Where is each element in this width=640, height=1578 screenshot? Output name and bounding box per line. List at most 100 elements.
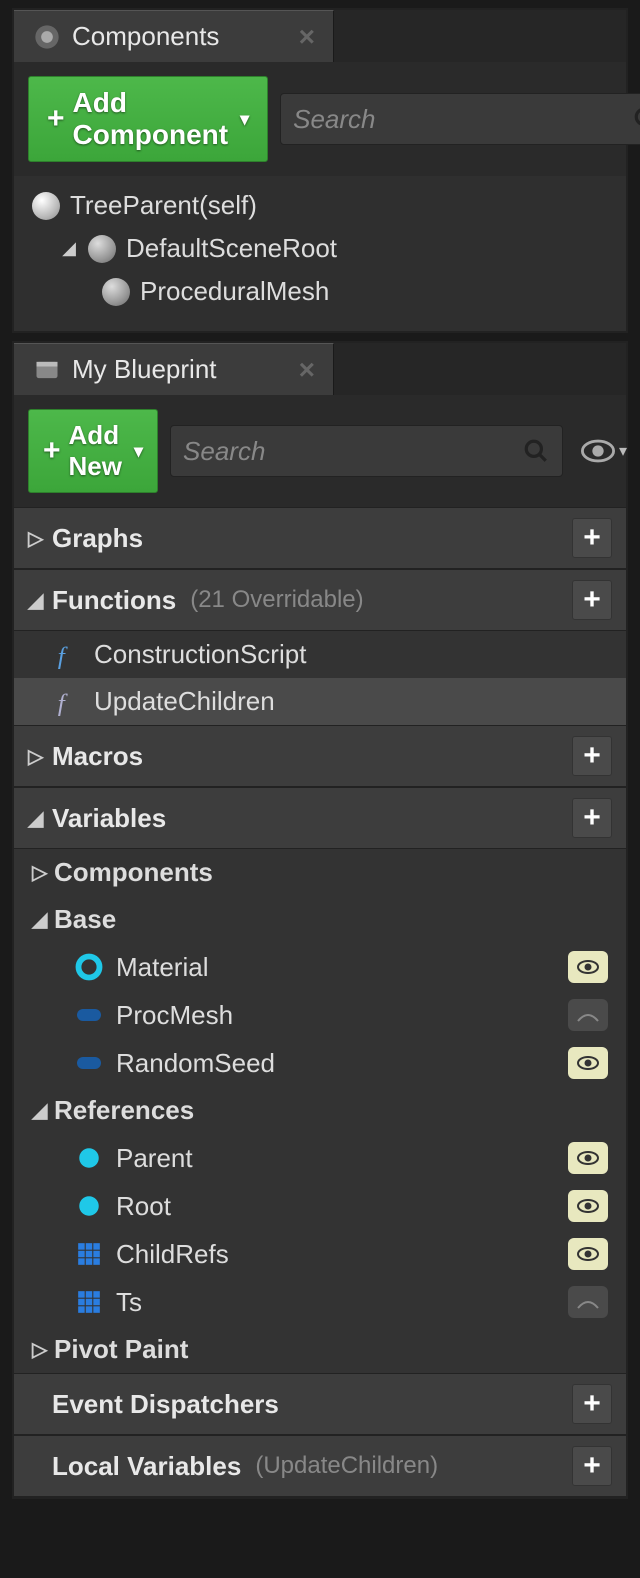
add-local-variable-button[interactable]: + [572,1446,612,1486]
svg-text:f: f [58,641,69,669]
vargroup-base[interactable]: ◢ Base [14,896,626,943]
overridable-note: (21 Overridable) [190,586,363,614]
tree-scene-root[interactable]: ◢ DefaultSceneRoot [14,227,626,270]
visibility-toggle[interactable] [568,1238,608,1270]
ring-icon [74,952,104,982]
vargroup-references[interactable]: ◢ References [14,1087,626,1134]
components-search[interactable] [280,93,640,145]
scene-root-label: DefaultSceneRoot [126,233,337,264]
variables-list: ▷ Components ◢ Base Material ProcMesh Ra… [14,849,626,1373]
section-variables[interactable]: ◢ Variables + [14,787,626,849]
add-event-dispatcher-button[interactable]: + [572,1384,612,1424]
blueprint-panel: My Blueprint × + Add New ▾ ▾ ▷ Graphs + … [12,341,628,1499]
group-label: Components [54,857,213,888]
function-construction-script[interactable]: f ConstructionScript [14,631,626,678]
section-graphs[interactable]: ▷ Graphs + [14,507,626,569]
expand-icon[interactable]: ◢ [60,240,78,258]
blueprint-toolbar: + Add New ▾ ▾ [14,395,626,507]
section-local-variables[interactable]: ▷ Local Variables (UpdateChildren) + [14,1435,626,1497]
add-function-button[interactable]: + [572,580,612,620]
caret-down-icon: ▾ [134,441,143,462]
search-input[interactable] [293,104,632,135]
dot-icon [74,1143,104,1173]
visibility-toggle[interactable] [568,1190,608,1222]
var-label: Material [116,952,208,983]
caret-down-icon: ▾ [619,441,627,461]
caret-down-icon: ▾ [240,109,249,130]
close-icon[interactable]: × [299,21,315,53]
visibility-toggle[interactable] [568,1142,608,1174]
section-label: Event Dispatchers [52,1389,279,1420]
vargroup-pivot-paint[interactable]: ▷ Pivot Paint [14,1326,626,1373]
var-procmesh[interactable]: ProcMesh [14,991,626,1039]
tab-label: Components [72,21,219,52]
chevron-down-icon: ◢ [28,806,44,831]
visibility-toggle[interactable] [568,999,608,1031]
chevron-right-icon: ▷ [32,1337,48,1362]
dot-icon [74,1191,104,1221]
var-parent[interactable]: Parent [14,1134,626,1182]
function-update-children[interactable]: f UpdateChildren [14,678,626,725]
section-macros[interactable]: ▷ Macros + [14,725,626,787]
chevron-right-icon: ▷ [32,860,48,885]
section-functions[interactable]: ◢ Functions (21 Overridable) + [14,569,626,631]
chevron-right-icon: ▷ [28,744,44,769]
visibility-toggle[interactable] [568,1286,608,1318]
components-toolbar: + Add Component ▾ [14,62,626,176]
components-icon [32,22,62,52]
function-icon: f [52,640,82,670]
group-label: Base [54,904,116,935]
vargroup-components[interactable]: ▷ Components [14,849,626,896]
add-new-label: Add New [69,420,122,482]
var-label: Root [116,1191,171,1222]
add-new-button[interactable]: + Add New ▾ [28,409,158,493]
section-label: Functions [52,585,176,616]
actor-icon [32,192,60,220]
chevron-down-icon: ◢ [32,907,48,932]
tab-bar: My Blueprint × [14,343,626,395]
tree-root-self[interactable]: TreeParent(self) [14,184,626,227]
visibility-toggle[interactable] [568,1047,608,1079]
close-icon[interactable]: × [299,354,315,386]
add-component-button[interactable]: + Add Component ▾ [28,76,268,162]
function-label: UpdateChildren [94,686,275,717]
tree-procedural-mesh[interactable]: ProceduralMesh [14,270,626,313]
tab-components[interactable]: Components × [14,10,334,62]
add-component-label: Add Component [73,87,229,151]
blueprint-icon [32,355,62,385]
add-macro-button[interactable]: + [572,736,612,776]
function-label: ConstructionScript [94,639,306,670]
var-label: Parent [116,1143,193,1174]
svg-text:f: f [58,688,69,716]
group-label: References [54,1095,194,1126]
blueprint-search[interactable] [170,425,563,477]
plus-icon: + [47,102,65,136]
scene-component-icon [88,235,116,263]
eye-icon [581,439,615,463]
search-icon [632,105,640,133]
tab-my-blueprint[interactable]: My Blueprint × [14,343,334,395]
add-graph-button[interactable]: + [572,518,612,558]
search-input[interactable] [183,436,522,467]
var-ts[interactable]: Ts [14,1278,626,1326]
add-variable-button[interactable]: + [572,798,612,838]
var-childrefs[interactable]: ChildRefs [14,1230,626,1278]
search-icon [522,437,550,465]
var-label: RandomSeed [116,1048,275,1079]
var-label: ProcMesh [116,1000,233,1031]
visibility-toggle[interactable] [568,951,608,983]
tab-bar: Components × [14,10,626,62]
section-event-dispatchers[interactable]: ▷ Event Dispatchers + [14,1373,626,1435]
tree-root-label: TreeParent(self) [70,190,257,221]
components-panel: Components × + Add Component ▾ TreeParen… [12,8,628,333]
pill-icon [74,1048,104,1078]
var-randomseed[interactable]: RandomSeed [14,1039,626,1087]
chevron-down-icon: ◢ [28,588,44,613]
procedural-mesh-label: ProceduralMesh [140,276,329,307]
var-material[interactable]: Material [14,943,626,991]
section-label: Variables [52,803,166,834]
section-label: Local Variables [52,1451,241,1482]
view-options-button[interactable]: ▾ [575,439,633,463]
var-root[interactable]: Root [14,1182,626,1230]
var-label: Ts [116,1287,142,1318]
